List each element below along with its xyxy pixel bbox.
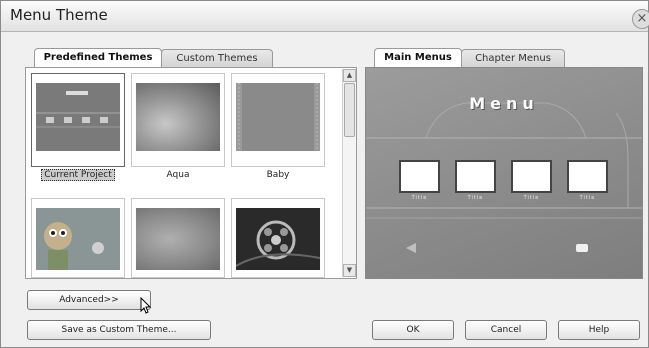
close-icon[interactable]: × xyxy=(632,9,649,29)
window-title: Menu Theme xyxy=(10,6,108,24)
scroll-thumb[interactable] xyxy=(344,83,355,137)
theme-preview-image xyxy=(36,208,120,270)
tab-chapter-menus[interactable]: Chapter Menus xyxy=(461,49,565,67)
chapter-caption: Title xyxy=(411,195,428,201)
theme-thumbnail-cartoon[interactable] xyxy=(31,198,125,278)
chapter-caption: Title xyxy=(579,195,596,201)
theme-label: Aqua xyxy=(166,170,190,180)
theme-preview-image xyxy=(136,208,220,270)
theme-thumbnail-current-project[interactable] xyxy=(31,73,125,167)
tab-predefined-themes[interactable]: Predefined Themes xyxy=(34,48,162,67)
preview-menu-title: Menu xyxy=(469,94,539,113)
chapter-caption: Title xyxy=(467,195,484,201)
title-bar: Menu Theme × xyxy=(1,1,649,32)
mouse-cursor-icon xyxy=(140,297,152,314)
theme-label: Current Project xyxy=(31,169,125,181)
chapter-button-2[interactable] xyxy=(455,160,496,193)
ok-button[interactable]: OK xyxy=(372,320,454,340)
tab-main-menus[interactable]: Main Menus xyxy=(374,48,462,67)
tab-custom-themes[interactable]: Custom Themes xyxy=(161,49,273,67)
menu-theme-dialog: Menu Theme × Predefined Themes Custom Th… xyxy=(0,0,649,348)
help-button[interactable]: Help xyxy=(558,320,640,340)
theme-thumbnail-baby[interactable] xyxy=(231,73,325,167)
cancel-button[interactable]: Cancel xyxy=(465,320,547,340)
theme-thumbnail-floral[interactable] xyxy=(131,198,225,278)
theme-preview-image xyxy=(136,83,220,151)
theme-preview-image xyxy=(236,83,320,151)
scroll-down-icon[interactable]: ▼ xyxy=(343,264,356,277)
advanced-button[interactable]: Advanced>> xyxy=(27,290,151,310)
chapter-caption: Title xyxy=(523,195,540,201)
gallery-scrollbar[interactable]: ▲ ▼ xyxy=(342,69,356,277)
theme-gallery: Current Project Aqua Baby ▲ ▼ xyxy=(25,67,357,279)
save-custom-theme-button[interactable]: Save as Custom Theme... xyxy=(27,320,211,340)
chapter-button-3[interactable] xyxy=(511,160,552,193)
theme-thumbnail-aqua[interactable] xyxy=(131,73,225,167)
theme-label: Baby xyxy=(266,170,290,180)
chapter-button-1[interactable] xyxy=(399,160,440,193)
menu-preview: Menu Title Title Title Title xyxy=(365,67,643,279)
theme-preview-image xyxy=(36,83,120,151)
theme-thumbnail-film[interactable] xyxy=(231,198,325,278)
scroll-up-icon[interactable]: ▲ xyxy=(343,69,356,82)
theme-preview-image xyxy=(235,208,321,270)
chapter-button-4[interactable] xyxy=(567,160,608,193)
